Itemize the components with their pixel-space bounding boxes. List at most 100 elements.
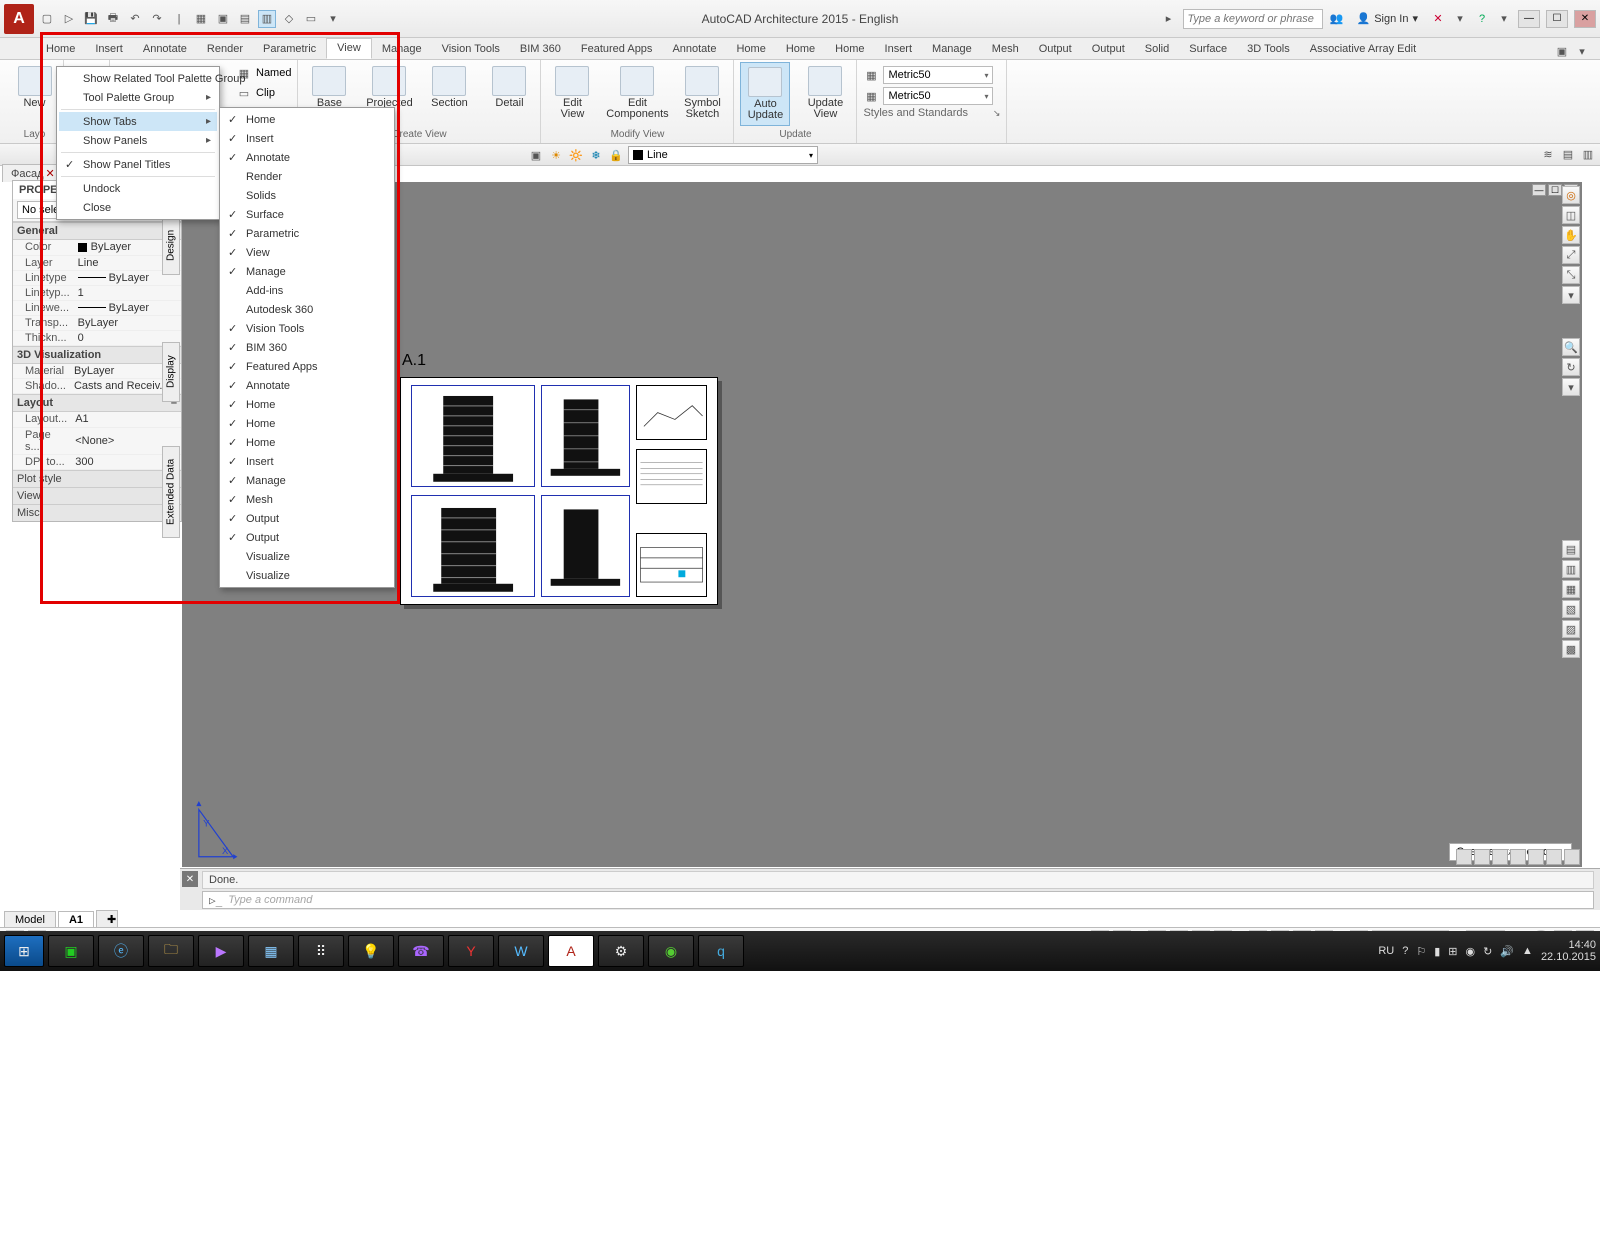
menu-item[interactable]: Surface	[222, 205, 392, 224]
qat-icon-2[interactable]: ▣	[214, 10, 232, 28]
edit-components-button[interactable]: Edit Components	[607, 62, 667, 124]
close-button[interactable]: ✕	[1574, 10, 1596, 28]
ql-lock-icon[interactable]: 🔆	[568, 147, 584, 163]
property-row[interactable]: DPI to...300	[13, 454, 181, 469]
menu-item[interactable]: Solids	[222, 186, 392, 205]
menu-item[interactable]: Home	[222, 395, 392, 414]
tb-bulb-icon[interactable]: 💡	[348, 935, 394, 967]
side-tab-display[interactable]: Display	[162, 342, 180, 402]
menu-item[interactable]: BIM 360	[222, 338, 392, 357]
tb-explorer-icon[interactable]: 🗀	[148, 935, 194, 967]
qat-save-icon[interactable]: 💾	[82, 10, 100, 28]
style2-combo[interactable]: Metric50▾	[883, 87, 993, 105]
property-row[interactable]: Linewe...ByLayer	[13, 300, 181, 315]
menu-item[interactable]: Visualize	[222, 547, 392, 566]
ribbon-tab-solid-19[interactable]: Solid	[1135, 40, 1179, 59]
tb-action-icon[interactable]: ⚐	[1416, 945, 1426, 958]
menu-item[interactable]: Home	[222, 433, 392, 452]
qat-print-icon[interactable]: 🖶	[104, 10, 122, 28]
nav-orbit-icon[interactable]: ↻	[1562, 358, 1580, 376]
menu-item[interactable]: Show Related Tool Palette Group	[59, 69, 217, 88]
model-tab[interactable]: Model	[4, 911, 56, 928]
ribbon-tab-render-3[interactable]: Render	[197, 40, 253, 59]
ribbon-tab-annotate-2[interactable]: Annotate	[133, 40, 197, 59]
ribbon-tab-bim-360-8[interactable]: BIM 360	[510, 40, 571, 59]
search-input[interactable]	[1183, 9, 1323, 29]
ribbon-tab-home-11[interactable]: Home	[726, 40, 775, 59]
tb-net-icon[interactable]: ▮	[1434, 945, 1440, 958]
qat-undo-icon[interactable]: ↶	[126, 10, 144, 28]
menu-item[interactable]: Close	[59, 198, 217, 217]
qat-icon-5[interactable]: ◇	[280, 10, 298, 28]
tray-icon-2[interactable]	[1474, 849, 1490, 865]
tb-help-icon[interactable]: ?	[1402, 945, 1408, 957]
menu-item[interactable]: Parametric	[222, 224, 392, 243]
help-caret-icon[interactable]: ▾	[1496, 11, 1512, 27]
ql-freeze-icon[interactable]: ❄	[588, 147, 604, 163]
menu-item[interactable]: Annotate	[222, 148, 392, 167]
ql-r1-icon[interactable]: ≋	[1540, 146, 1556, 162]
autodesk-360-icon[interactable]: 👥	[1329, 11, 1345, 27]
doc-max-icon[interactable]: ☐	[1548, 184, 1562, 196]
property-row[interactable]: MaterialByLayer	[13, 364, 181, 379]
tb-calc-icon[interactable]: ▦	[248, 935, 294, 967]
ribbon-tab-3d-tools-21[interactable]: 3D Tools	[1237, 40, 1300, 59]
maximize-button[interactable]: ☐	[1546, 10, 1568, 28]
tray-icon-5[interactable]	[1528, 849, 1544, 865]
property-row[interactable]: Transp...ByLayer	[13, 315, 181, 330]
tb-shield-icon[interactable]: ◉	[1466, 945, 1476, 958]
base-button[interactable]: Base	[304, 62, 354, 113]
menu-item[interactable]: View	[222, 243, 392, 262]
menu-item[interactable]: Show Panels	[59, 131, 217, 150]
property-row[interactable]: Linetyp...1	[13, 285, 181, 300]
a1-tab[interactable]: А1	[58, 911, 94, 928]
menu-item[interactable]: Vision Tools	[222, 319, 392, 338]
ribbon-tab-home-0[interactable]: Home	[36, 40, 85, 59]
nav-grp6-icon[interactable]: ▩	[1562, 640, 1580, 658]
auto-update-button[interactable]: Auto Update	[740, 62, 790, 126]
ribbon-tab-vision-tools-7[interactable]: Vision Tools	[432, 40, 510, 59]
exchange-icon[interactable]: ✕	[1430, 11, 1446, 27]
tb-evernote-icon[interactable]: ◉	[648, 935, 694, 967]
ribbon-tab-manage-6[interactable]: Manage	[372, 40, 432, 59]
exchange-caret-icon[interactable]: ▾	[1452, 11, 1468, 27]
menu-item[interactable]: Output	[222, 509, 392, 528]
app-menu-button[interactable]: A	[4, 4, 34, 34]
ribbon-tab-manage-15[interactable]: Manage	[922, 40, 982, 59]
menu-item[interactable]: Add-ins	[222, 281, 392, 300]
menu-item[interactable]: Output	[222, 528, 392, 547]
qat-new-icon[interactable]: ▢	[38, 10, 56, 28]
ribbon-tab-mesh-16[interactable]: Mesh	[982, 40, 1029, 59]
panel-launcher-icon[interactable]: ↘	[993, 108, 1001, 119]
side-tab-extended-data[interactable]: Extended Data	[162, 446, 180, 538]
tb-store-icon[interactable]: ▣	[48, 935, 94, 967]
tb-obs-icon[interactable]: ⚙	[598, 935, 644, 967]
tray-icon-6[interactable]	[1546, 849, 1562, 865]
style1-combo[interactable]: Metric50▾	[883, 66, 993, 84]
qat-icon-4[interactable]: ▥	[258, 10, 276, 28]
menu-item[interactable]: Manage	[222, 262, 392, 281]
clip-row[interactable]: ▭Clip	[236, 84, 291, 102]
update-view-button[interactable]: Update View	[800, 62, 850, 124]
minimize-button[interactable]: —	[1518, 10, 1540, 28]
ribbon-tab-insert-1[interactable]: Insert	[85, 40, 133, 59]
ql-icon-1[interactable]: ▣	[528, 147, 544, 163]
paper-sheet[interactable]	[400, 377, 718, 605]
nav-zoom-icon[interactable]: 🔍	[1562, 338, 1580, 356]
section-collapsed[interactable]: Plot style+	[13, 470, 181, 487]
nav-expand2-icon[interactable]: ⤡	[1562, 266, 1580, 284]
menu-item[interactable]: Autodesk 360	[222, 300, 392, 319]
menu-item[interactable]: Visualize	[222, 566, 392, 585]
tb-wifi-icon[interactable]: ▲	[1522, 945, 1533, 957]
nav-viewcube-icon[interactable]: ◫	[1562, 206, 1580, 224]
cmd-close-icon[interactable]: ✕	[182, 871, 198, 887]
add-layout-tab[interactable]: ✚	[96, 910, 118, 928]
ribbon-caret-icon[interactable]: ▾	[1574, 43, 1590, 59]
ribbon-tab-associative-array-edit-22[interactable]: Associative Array Edit	[1300, 40, 1426, 59]
nav-grp1-icon[interactable]: ▤	[1562, 540, 1580, 558]
ribbon-tab-surface-20[interactable]: Surface	[1179, 40, 1237, 59]
doc-min-icon[interactable]: —	[1532, 184, 1546, 196]
layer-combo[interactable]: Line▾	[628, 146, 818, 164]
tb-share-icon[interactable]: ⊞	[1448, 945, 1457, 958]
menu-item[interactable]: Show Tabs	[59, 112, 217, 131]
